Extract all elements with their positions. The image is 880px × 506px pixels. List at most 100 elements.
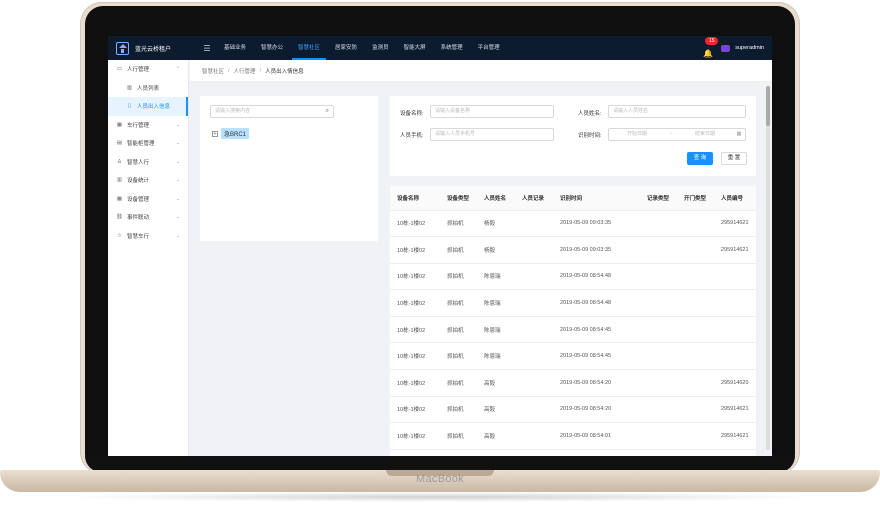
- sidebar-item-event-link[interactable]: ⛓ 事件联动 ⌄: [108, 208, 188, 227]
- table-cell: [515, 236, 553, 264]
- sidebar-item-person-list[interactable]: ▥ 人员列表: [108, 79, 188, 98]
- table-row[interactable]: 10栋-1楼02 抓拍机 陈恩瑞 2019-05-09 08:54:48: [390, 289, 756, 317]
- nav-item-basic[interactable]: 基础业务: [218, 36, 252, 60]
- table-cell: 295914621: [714, 422, 756, 450]
- table-cell: 抓拍机: [440, 210, 477, 238]
- table-header-row: 设备名称 设备类型 人员姓名 人员记录 识别时间 记录类型 开门类型 人员编号: [390, 186, 756, 211]
- nav-item-office[interactable]: 智慧办公: [255, 36, 289, 60]
- table-cell: [640, 396, 677, 424]
- table-row[interactable]: 10栋-1楼02 抓拍机 陈恩瑞 2019-05-09 08:54:48: [390, 263, 756, 291]
- tree-search-input[interactable]: 请输入搜索内容 ⌕: [210, 105, 334, 118]
- nav-item-system[interactable]: 系统管理: [435, 36, 469, 60]
- table-row[interactable]: 10栋-1楼02 抓拍机 杨毅 2019-05-09 09:03:35 29591462…: [390, 236, 756, 264]
- table-row[interactable]: 10栋-1楼02 抓拍机 高毅 2019-05-09 08:54:01 29591462…: [390, 422, 756, 450]
- table-cell: 2019-05-09 08:54:48: [553, 289, 640, 317]
- sidebar: ▭ 人行管理 ⌃ ▥ 人员列表 ▯ 人员出入信息 ▦ 车行管理 ⌄ ▤ 智能柜管…: [108, 60, 189, 456]
- chevron-down-icon: ⌄: [175, 232, 180, 239]
- nav-item-big-screen[interactable]: 智能大屏: [398, 36, 432, 60]
- table-cell: [677, 236, 714, 264]
- tree-search-placeholder: 请输入搜索内容: [215, 108, 251, 114]
- nav-item-home-security[interactable]: 居家安防: [329, 36, 363, 60]
- table-cell: 10栋-1楼02: [390, 369, 440, 397]
- scrollbar-thumb[interactable]: [766, 86, 770, 126]
- table-cell: 295914621: [714, 210, 756, 238]
- table-cell: [714, 342, 756, 371]
- table-row[interactable]: 10栋-1楼02 抓拍机 高毅 2019-05-09 08:54:20 29591462…: [390, 369, 756, 397]
- sidebar-item-device-stats[interactable]: ▥ 设备统计 ⌄: [108, 171, 188, 190]
- range-separator: ~: [669, 131, 673, 137]
- sidebar-item-label: 智慧人行: [127, 159, 150, 166]
- house-logo-icon: [116, 41, 129, 55]
- notification-button[interactable]: 🔔 15: [703, 37, 719, 58]
- end-date-placeholder[interactable]: 结束日期: [677, 129, 733, 140]
- tree-node[interactable]: + 急BRC1: [212, 128, 250, 139]
- table-row[interactable]: 10栋-1楼02 抓拍机 陈恩瑞 2019-05-09 08:54:45: [390, 316, 756, 344]
- person-name-input[interactable]: 请输入人员姓名: [608, 105, 746, 118]
- table-cell: 10栋-1楼02: [390, 396, 440, 424]
- phone-input[interactable]: 请输入人员手机号: [430, 128, 554, 141]
- menu-toggle-icon[interactable]: ☰: [196, 44, 218, 53]
- table-cell: [640, 316, 677, 344]
- breadcrumb-item-pedestrian[interactable]: 人行管理: [234, 67, 256, 75]
- username[interactable]: superadmin: [735, 45, 764, 51]
- sidebar-item-smart-vehicle[interactable]: ☆ 智慧车行 ⌄: [108, 227, 188, 246]
- avatar[interactable]: [721, 44, 731, 52]
- reset-button[interactable]: 重 置: [721, 152, 747, 165]
- column-header: 记录类型: [640, 186, 677, 211]
- table-cell: [640, 369, 677, 397]
- sidebar-item-smart-pedestrian[interactable]: ♙ 智慧人行 ⌄: [108, 153, 188, 172]
- phone-label: 人员手机:: [400, 133, 424, 139]
- nav-item-monitor[interactable]: 监测员: [366, 36, 395, 60]
- logo[interactable]: 蓝光云桥租户: [108, 41, 190, 55]
- table-cell: 10栋-1楼02: [390, 316, 440, 344]
- topbar-right: 🔔 15 superadmin: [703, 37, 772, 58]
- brand-label: MacBook: [416, 473, 464, 485]
- nav-item-platform[interactable]: 平台管理: [472, 36, 506, 60]
- table-cell: 抓拍机: [440, 342, 477, 371]
- table-cell: [515, 369, 553, 397]
- table-cell: 10栋-1楼02: [390, 422, 440, 450]
- table-cell: [677, 316, 714, 344]
- chevron-down-icon: ⌄: [175, 214, 180, 221]
- table-cell: [677, 210, 714, 238]
- table-cell: 10栋-1楼02: [390, 289, 440, 317]
- expand-icon[interactable]: +: [212, 130, 218, 137]
- sidebar-item-label: 人行管理: [127, 67, 150, 74]
- table-cell: [677, 263, 714, 291]
- table-cell: 抓拍机: [440, 369, 477, 397]
- breadcrumb-item-community[interactable]: 智慧社区: [202, 67, 224, 75]
- main-content: 智慧社区 / 人行管理 / 人员出入情信息 请输入搜索内容 ⌕ + 急BRC1 …: [190, 60, 772, 456]
- tree-node-label[interactable]: 急BRC1: [221, 128, 250, 139]
- sidebar-item-vehicle[interactable]: ▦ 车行管理 ⌄: [108, 116, 188, 135]
- table-row[interactable]: 10栋-1楼02 抓拍机 陈恩瑞 2019-05-09 08:54:45: [390, 342, 756, 371]
- table-cell: [677, 289, 714, 317]
- screen: 蓝光云桥租户 ☰ 基础业务 智慧办公 智慧社区 居家安防 监测员 智能大屏 系统…: [108, 36, 772, 456]
- sidebar-item-pedestrian[interactable]: ▭ 人行管理 ⌃: [108, 60, 188, 79]
- nav-item-community[interactable]: 智慧社区: [292, 36, 327, 60]
- records-table-panel: 设备名称 设备类型 人员姓名 人员记录 识别时间 记录类型 开门类型 人员编号 10栋-1楼0…: [390, 186, 756, 456]
- time-label: 识别时间:: [578, 133, 602, 139]
- table-row[interactable]: 10栋-1楼02 抓拍机 高毅 2019-05-09 08:54:20 29591462…: [390, 396, 756, 424]
- table-cell: 陈恩瑞: [477, 342, 515, 371]
- sidebar-item-smart-cabinet[interactable]: ▤ 智能柜管理 ⌄: [108, 134, 188, 153]
- table-cell: 10栋-1楼02: [390, 210, 440, 238]
- table-row[interactable]: 10栋-1楼02 抓拍机 杨毅 2019-05-09 09:03:35 29591462…: [390, 210, 756, 238]
- table-cell: 2019-05-09 09:03:35: [553, 236, 640, 264]
- search-icon[interactable]: ⌕: [326, 106, 329, 117]
- scrollbar-track[interactable]: [766, 86, 770, 450]
- table-cell: 高毅: [477, 422, 515, 450]
- device-name-input[interactable]: 请输入设备名称: [430, 105, 554, 118]
- notification-badge: 15: [705, 37, 719, 45]
- filter-panel: 设备名称: 请输入设备名称 人员姓名: 请输入人员姓名 人员手机: 请输入人员手…: [390, 96, 756, 176]
- calendar-icon[interactable]: ▦: [733, 129, 745, 140]
- doc-icon: ▯: [127, 103, 132, 110]
- top-nav: 基础业务 智慧办公 智慧社区 居家安防 监测员 智能大屏 系统管理 平台管理: [218, 36, 509, 60]
- monitor-icon: ▭: [116, 66, 123, 73]
- sidebar-item-person-access[interactable]: ▯ 人员出入信息: [108, 97, 188, 116]
- start-date-placeholder[interactable]: 开始日期: [609, 129, 665, 140]
- sidebar-item-device-mgmt[interactable]: ▦ 设备管理 ⌄: [108, 190, 188, 209]
- table-cell: [515, 422, 553, 450]
- search-button[interactable]: 查 询: [687, 152, 713, 165]
- time-range-picker[interactable]: 开始日期 ~ 结束日期 ▦: [608, 128, 746, 141]
- column-header: 识别时间: [553, 186, 640, 211]
